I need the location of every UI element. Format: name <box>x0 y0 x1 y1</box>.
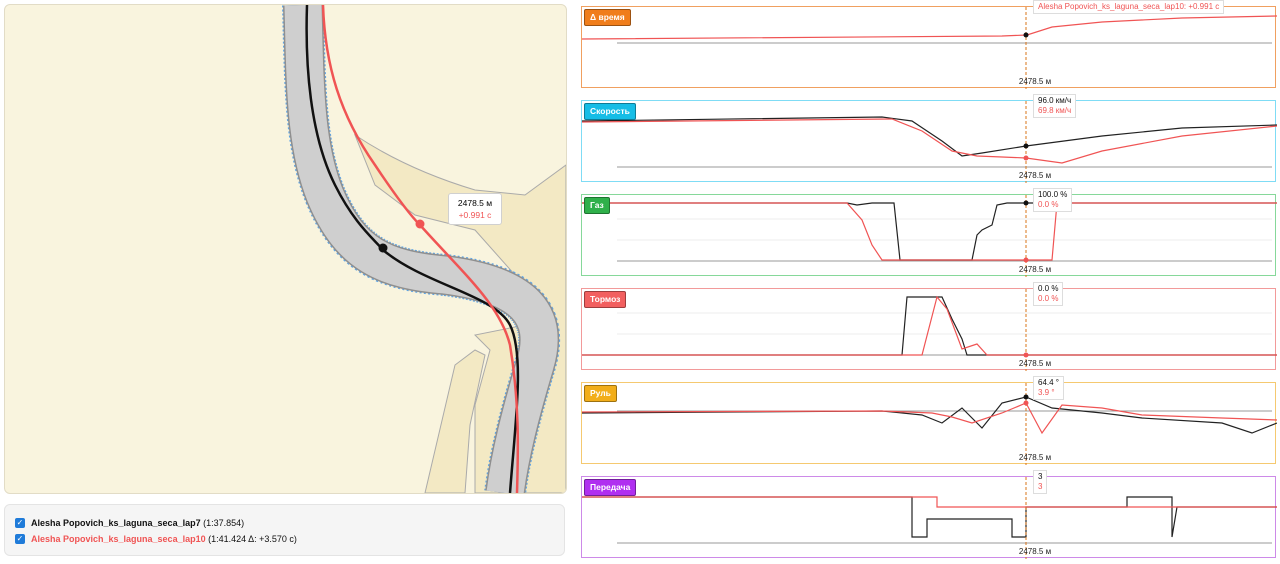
throttle-tooltip-lap2: 0.0 % <box>1038 200 1059 209</box>
brake-label: Тормоз <box>584 291 627 308</box>
map-tooltip-distance: 2478.5 м <box>457 198 493 208</box>
lap2-position-marker <box>415 219 425 229</box>
throttle-panel[interactable]: Газ 100.0 % 0.0 % 2478.5 м <box>581 188 1277 277</box>
brake-plot <box>582 289 1277 371</box>
steering-tooltip-lap2: 3.9 ° <box>1038 388 1055 397</box>
steering-tooltip: 64.4 ° 3.9 ° <box>1033 376 1064 400</box>
throttle-x-label: 2478.5 м <box>1018 265 1052 274</box>
throttle-tooltip: 100.0 % 0.0 % <box>1033 188 1073 212</box>
speed-tooltip-lap2: 69.8 км/ч <box>1038 106 1072 115</box>
gear-tooltip: 3 3 <box>1033 470 1048 494</box>
speed-label: Скорость <box>584 103 636 120</box>
gear-tooltip-lap1: 3 <box>1038 472 1043 481</box>
speed-plot <box>582 101 1277 183</box>
brake-tooltip: 0.0 % 0.0 % <box>1033 282 1064 306</box>
brake-x-label: 2478.5 м <box>1018 359 1052 368</box>
throttle-plot <box>582 195 1277 277</box>
throttle-label: Газ <box>584 197 610 214</box>
speed-tooltip: 96.0 км/ч 69.8 км/ч <box>1033 94 1077 118</box>
steering-plot <box>582 383 1277 465</box>
steering-panel[interactable]: Руль 64.4 ° 3.9 ° 2478.5 м <box>581 376 1277 465</box>
steering-tooltip-lap1: 64.4 ° <box>1038 378 1059 387</box>
delta-time-label: Δ время <box>584 9 631 26</box>
gear-tooltip-lap2: 3 <box>1038 482 1043 491</box>
lap2-time: (1:41.424 Δ: +3.570 с) <box>208 534 297 544</box>
steering-label: Руль <box>584 385 617 402</box>
gear-plot <box>582 477 1277 559</box>
speed-tooltip-lap1: 96.0 км/ч <box>1038 96 1072 105</box>
track-map[interactable]: 2478.5 м +0.991 с <box>4 4 567 494</box>
gear-panel[interactable]: Передача 3 3 2478.5 м <box>581 470 1277 559</box>
throttle-tooltip-lap1: 100.0 % <box>1038 190 1068 199</box>
gear-label: Передача <box>584 479 637 496</box>
lap1-time: (1:37.854) <box>203 518 245 528</box>
brake-tooltip-lap1: 0.0 % <box>1038 284 1059 293</box>
checkbox-lap2[interactable]: ✓ <box>15 534 25 544</box>
lap2-name: Alesha Popovich_ks_laguna_seca_lap10 <box>31 534 206 544</box>
map-tooltip-delta: +0.991 с <box>458 210 492 220</box>
delta-time-panel[interactable]: Δ время Alesha Popovich_ks_laguna_seca_l… <box>581 0 1277 89</box>
delta-time-plot <box>582 7 1277 89</box>
delta-time-x-label: 2478.5 м <box>1018 77 1052 86</box>
lap-legend: ✓ Alesha Popovich_ks_laguna_seca_lap7 (1… <box>4 504 565 556</box>
legend-lap2[interactable]: ✓ Alesha Popovich_ks_laguna_seca_lap10 (… <box>15 532 297 546</box>
lap1-position-marker <box>378 243 388 253</box>
brake-panel[interactable]: Тормоз 0.0 % 0.0 % 2478.5 м <box>581 282 1277 371</box>
steering-x-label: 2478.5 м <box>1018 453 1052 462</box>
brake-tooltip-lap2: 0.0 % <box>1038 294 1059 303</box>
legend-lap1[interactable]: ✓ Alesha Popovich_ks_laguna_seca_lap7 (1… <box>15 516 244 530</box>
delta-time-tooltip: Alesha Popovich_ks_laguna_seca_lap10: +0… <box>1033 0 1225 14</box>
speed-panel[interactable]: Скорость 96.0 км/ч 69.8 км/ч 2478.5 м <box>581 94 1277 183</box>
speed-x-label: 2478.5 м <box>1018 171 1052 180</box>
lap1-name: Alesha Popovich_ks_laguna_seca_lap7 <box>31 518 201 528</box>
gear-x-label: 2478.5 м <box>1018 547 1052 556</box>
map-tooltip: 2478.5 м +0.991 с <box>448 193 502 225</box>
checkbox-lap1[interactable]: ✓ <box>15 518 25 528</box>
track-map-canvas[interactable] <box>5 5 566 493</box>
